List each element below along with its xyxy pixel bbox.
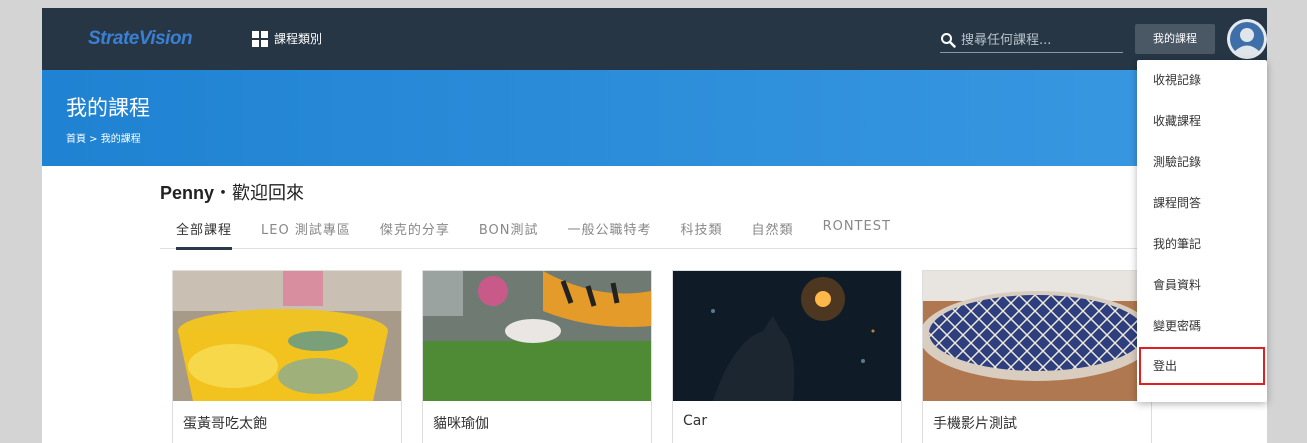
menu-item-logout[interactable]: 登出	[1139, 347, 1265, 385]
avatar[interactable]	[1227, 19, 1267, 59]
menu-item-my-notes[interactable]: 我的筆記	[1137, 224, 1267, 265]
search-box	[940, 28, 1123, 53]
course-card[interactable]: 手機影片測試	[922, 270, 1152, 443]
logo-text: StrateVision	[88, 28, 193, 49]
course-title[interactable]: 手機影片測試	[923, 401, 1151, 443]
user-name: Penny	[160, 183, 215, 203]
my-courses-button[interactable]: 我的課程	[1135, 24, 1215, 54]
menu-item-watch-history[interactable]: 收視記錄	[1137, 60, 1267, 101]
search-icon[interactable]	[940, 32, 956, 48]
tab-rontest[interactable]: RONTEST	[823, 214, 891, 247]
course-thumbnail[interactable]	[173, 271, 401, 401]
grid-icon	[252, 30, 268, 47]
top-navbar: StrateVision 課程類別 我的課程	[42, 8, 1267, 70]
menu-item-change-password[interactable]: 變更密碼	[1137, 306, 1267, 347]
welcome-message: Penny・歡迎回來	[160, 179, 304, 205]
welcome-text: ・歡迎回來	[214, 183, 305, 204]
menu-item-quiz-records[interactable]: 測驗記錄	[1137, 142, 1267, 183]
menu-item-member-profile[interactable]: 會員資料	[1137, 265, 1267, 306]
menu-item-course-qa[interactable]: 課程問答	[1137, 183, 1267, 224]
course-card[interactable]: 蛋黃哥吃太飽	[172, 270, 402, 443]
tab-technology[interactable]: 科技類	[681, 214, 723, 247]
tab-bon-test[interactable]: BON測試	[479, 214, 539, 247]
search-input[interactable]	[961, 32, 1111, 48]
course-title[interactable]: 蛋黃哥吃太飽	[173, 401, 401, 443]
course-card[interactable]: 貓咪瑜伽	[422, 270, 652, 443]
page-frame: StrateVision 課程類別 我的課程 我的課程 首頁 > 我的課程	[42, 8, 1267, 443]
tab-leo-test[interactable]: LEO 測試專區	[261, 214, 351, 247]
course-thumbnail[interactable]	[673, 271, 901, 401]
user-avatar-icon	[1227, 19, 1267, 59]
tab-nature[interactable]: 自然類	[752, 214, 794, 247]
course-title[interactable]: 貓咪瑜伽	[423, 401, 651, 443]
course-thumbnail[interactable]	[423, 271, 651, 401]
user-dropdown-menu: 收視記錄 收藏課程 測驗記錄 課程問答 我的筆記 會員資料 變更密碼 登出	[1137, 60, 1267, 402]
course-title[interactable]: Car	[673, 401, 901, 441]
page-title: 我的課程	[66, 96, 150, 120]
course-thumbnail[interactable]	[923, 271, 1151, 401]
breadcrumb[interactable]: 首頁 > 我的課程	[66, 130, 141, 145]
course-card[interactable]: Car	[672, 270, 902, 443]
tab-jack-share[interactable]: 傑克的分享	[380, 214, 450, 247]
course-category-tabs: 全部課程 LEO 測試專區 傑克的分享 BON測試 一般公職特考 科技類 自然類…	[160, 214, 1230, 250]
tab-civil-exam[interactable]: 一般公職特考	[568, 214, 652, 247]
category-label: 課程類別	[274, 32, 323, 46]
menu-item-favorite-courses[interactable]: 收藏課程	[1137, 101, 1267, 142]
logo[interactable]: StrateVision	[88, 28, 193, 50]
category-menu-button[interactable]: 課程類別	[252, 30, 322, 47]
tab-all-courses[interactable]: 全部課程	[176, 214, 233, 250]
page-header-banner: 我的課程 首頁 > 我的課程	[42, 70, 1267, 166]
